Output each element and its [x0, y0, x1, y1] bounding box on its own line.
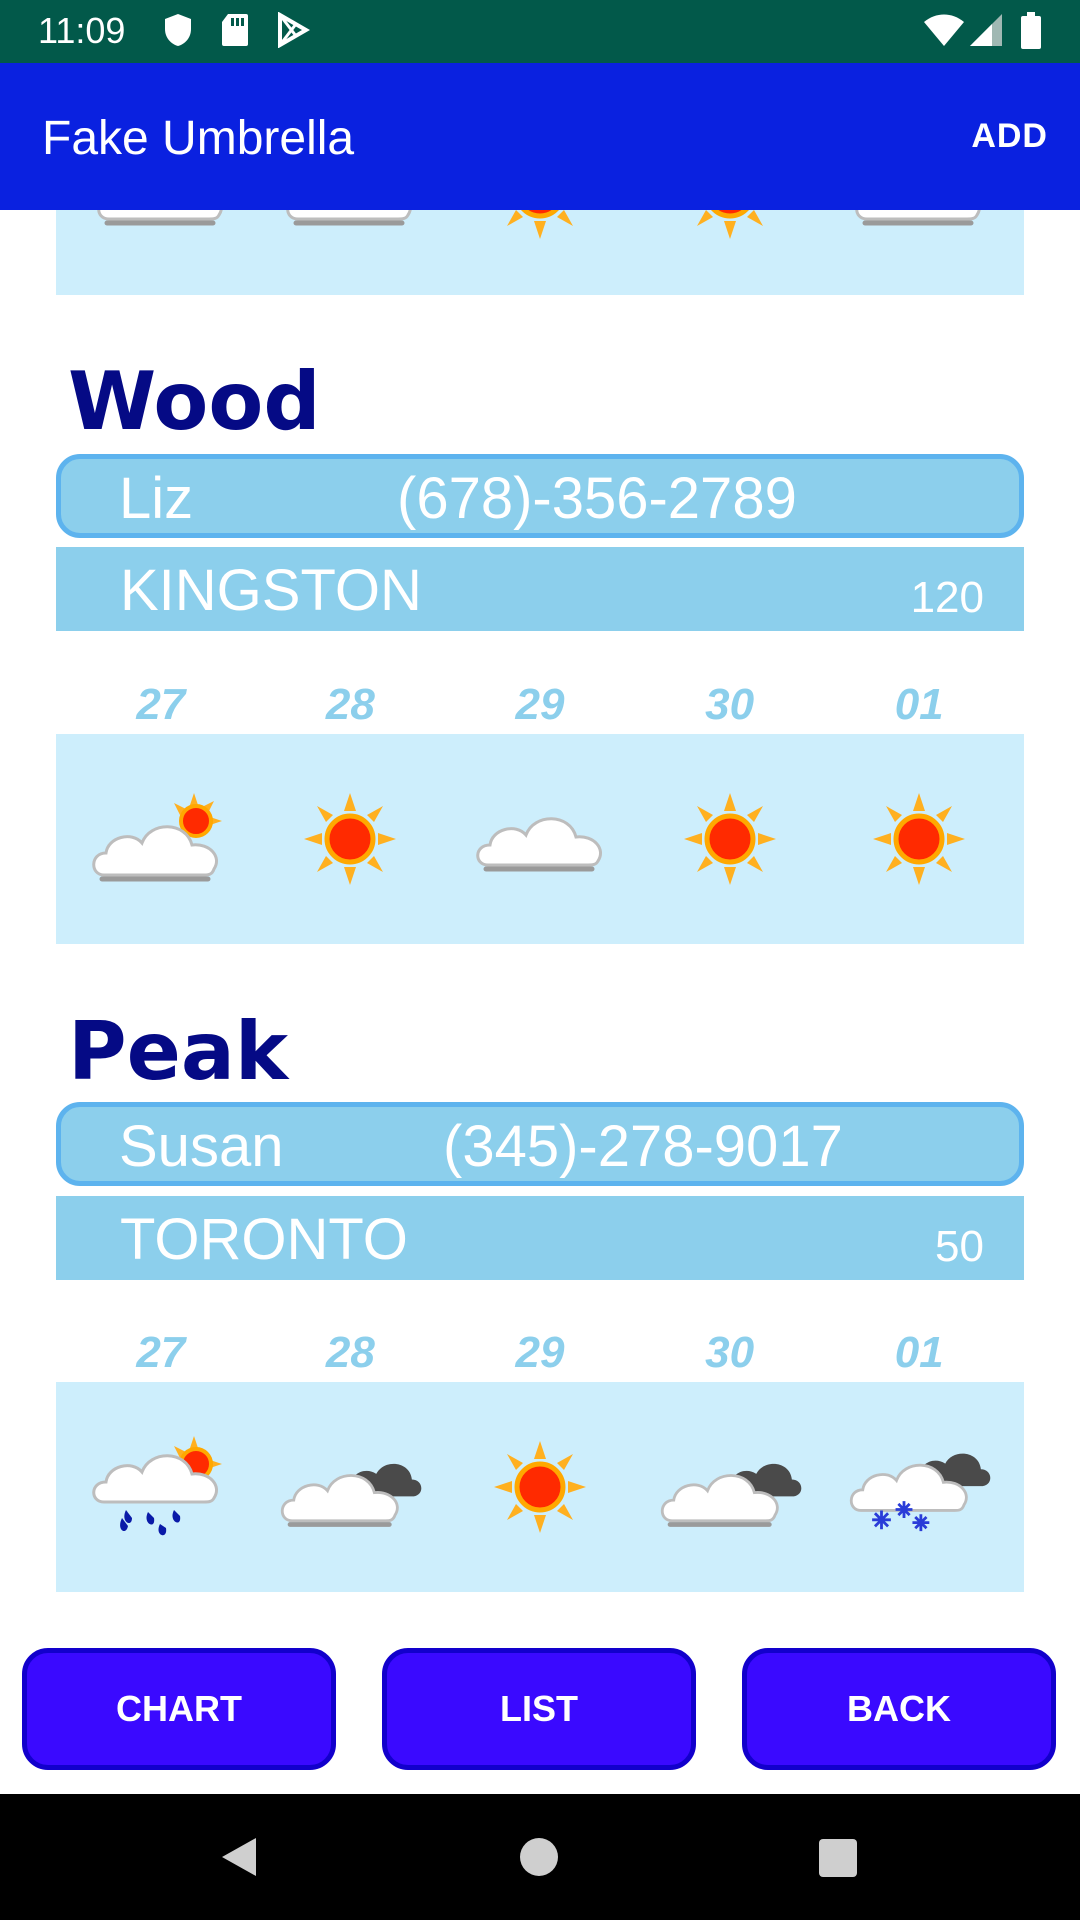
- rain-sun-icon: [86, 1432, 236, 1542]
- site-title: Peak: [68, 1005, 289, 1098]
- forecast-dates: 27 28 29 30 01: [56, 680, 1024, 730]
- forecast-date: 01: [894, 1328, 944, 1377]
- cloud-icon: [465, 784, 615, 894]
- signal-icon: [970, 14, 1002, 46]
- snow-cloud-icon: [844, 1432, 994, 1542]
- app-bar: Fake Umbrella ADD: [0, 63, 1080, 210]
- forecast-panel: [56, 1382, 1024, 1592]
- bottom-buttons: CHART LIST BACK: [0, 1640, 1080, 1790]
- forecast-date: 01: [894, 680, 944, 729]
- sun-icon: [465, 210, 615, 248]
- sd-card-icon: [222, 14, 248, 46]
- chart-button[interactable]: CHART: [22, 1648, 336, 1770]
- sun-icon: [844, 784, 994, 894]
- status-time: 11:09: [38, 10, 126, 51]
- city-name: KINGSTON: [120, 558, 422, 623]
- weather-list[interactable]: Wood Liz (678)-356-2789 KINGSTON 120 27 2…: [0, 210, 1080, 1650]
- status-bar: 11:09: [0, 0, 1080, 63]
- home-nav-icon[interactable]: [518, 1836, 560, 1878]
- city-value: 120: [910, 573, 984, 622]
- cloud-dark-icon: [275, 1432, 425, 1542]
- battery-icon: [1021, 12, 1041, 49]
- list-button[interactable]: LIST: [382, 1648, 696, 1770]
- contact-box[interactable]: Liz (678)-356-2789: [56, 454, 1024, 538]
- back-button[interactable]: BACK: [742, 1648, 1056, 1770]
- play-store-icon: [278, 12, 310, 48]
- recents-nav-icon[interactable]: [818, 1838, 858, 1878]
- app-title: Fake Umbrella: [42, 112, 355, 165]
- forecast-date: 29: [515, 680, 565, 729]
- sun-icon: [655, 784, 805, 894]
- sun-icon: [655, 210, 805, 248]
- city-value: 50: [935, 1222, 984, 1271]
- contact-box[interactable]: Susan (345)-278-9017: [56, 1102, 1024, 1186]
- contact-name: Liz: [119, 466, 194, 531]
- city-box: TORONTO 50: [56, 1196, 1024, 1280]
- forecast-date: 30: [705, 1328, 755, 1377]
- forecast-dates: 27 28 29 30 01: [56, 1328, 1024, 1378]
- cloud-dark-icon: [655, 1432, 805, 1542]
- city-box: KINGSTON 120: [56, 547, 1024, 631]
- sun-icon: [275, 784, 425, 894]
- shield-icon: [165, 14, 191, 46]
- contact-phone[interactable]: (678)-356-2789: [397, 465, 797, 532]
- forecast-date: 28: [325, 680, 375, 729]
- cloud-icon: [844, 210, 994, 248]
- forecast-date: 27: [136, 1328, 186, 1377]
- city-name: TORONTO: [120, 1207, 408, 1272]
- forecast-panel-partial: [56, 210, 1024, 295]
- contact-phone[interactable]: (345)-278-9017: [443, 1113, 843, 1180]
- wifi-icon: [924, 14, 964, 46]
- forecast-date: 28: [325, 1328, 375, 1377]
- cloud-sun-icon: [86, 784, 236, 894]
- forecast-date: 27: [136, 680, 186, 729]
- sun-icon: [465, 1432, 615, 1542]
- cloud-icon: [86, 210, 236, 248]
- forecast-date: 29: [515, 1328, 565, 1377]
- back-nav-icon[interactable]: [216, 1834, 262, 1880]
- forecast-date: 30: [705, 680, 755, 729]
- cloud-icon: [275, 210, 425, 248]
- forecast-panel: [56, 734, 1024, 944]
- navigation-bar: [0, 1794, 1080, 1920]
- add-button[interactable]: ADD: [971, 117, 1048, 156]
- site-title: Wood: [68, 355, 321, 448]
- contact-name: Susan: [119, 1114, 284, 1179]
